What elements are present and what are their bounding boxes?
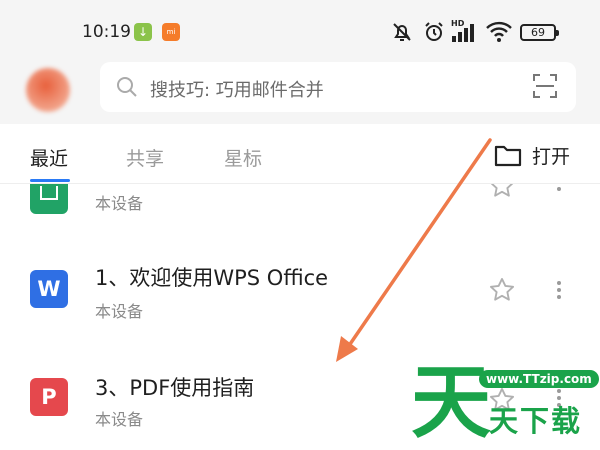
- file-name: 3、PDF使用指南: [95, 376, 255, 400]
- more-options-icon[interactable]: [556, 386, 562, 410]
- star-icon[interactable]: [488, 184, 516, 200]
- pdf-file-icon: P: [30, 378, 68, 416]
- file-row[interactable]: P 3、PDF使用指南 本设备: [0, 346, 600, 450]
- file-name: 1、欢迎使用WPS Office: [95, 266, 329, 290]
- file-location: 本设备: [95, 302, 144, 321]
- search-bar[interactable]: 搜技巧: 巧用邮件合并: [100, 62, 576, 112]
- tab-shared[interactable]: 共享: [126, 144, 164, 171]
- open-button[interactable]: 打开: [494, 141, 570, 169]
- avatar[interactable]: [26, 68, 70, 112]
- star-icon[interactable]: [488, 386, 516, 414]
- folder-icon: [494, 145, 522, 167]
- more-options-icon[interactable]: [556, 278, 562, 302]
- wifi-icon: [486, 21, 512, 42]
- file-location: 本设备: [95, 410, 144, 429]
- download-icon: ↓: [134, 23, 152, 41]
- battery-indicator: 69: [520, 24, 559, 41]
- active-tab-indicator: [30, 179, 70, 182]
- file-row[interactable]: W 1、欢迎使用WPS Office 本设备: [0, 236, 600, 346]
- status-time: 10:19: [82, 22, 131, 42]
- signal-icon: [452, 24, 474, 42]
- star-icon[interactable]: [488, 276, 516, 304]
- app-icon: mi: [162, 23, 180, 41]
- tab-recent[interactable]: 最近: [30, 144, 68, 171]
- tab-starred[interactable]: 星标: [224, 144, 262, 171]
- sheet-file-icon: [30, 184, 68, 214]
- recent-file-list: 本设备 W 1、欢迎使用WPS Office 本设备 P 3、PDF使用指南 本…: [0, 184, 600, 450]
- search-placeholder: 搜技巧: 巧用邮件合并: [150, 80, 324, 101]
- more-options-icon[interactable]: [556, 184, 562, 194]
- status-bar: 10:19 ↓ mi HD 69: [0, 0, 600, 62]
- mute-icon: [393, 23, 411, 41]
- file-row[interactable]: 本设备: [0, 184, 600, 226]
- search-icon: [117, 77, 137, 97]
- word-file-icon: W: [30, 270, 68, 308]
- tab-bar: 最近 共享 星标 打开: [0, 124, 600, 184]
- app-header: 搜技巧: 巧用邮件合并: [0, 62, 600, 124]
- open-button-label: 打开: [532, 145, 571, 168]
- scan-icon[interactable]: [532, 73, 558, 99]
- alarm-icon: [425, 22, 443, 41]
- file-location: 本设备: [95, 194, 144, 213]
